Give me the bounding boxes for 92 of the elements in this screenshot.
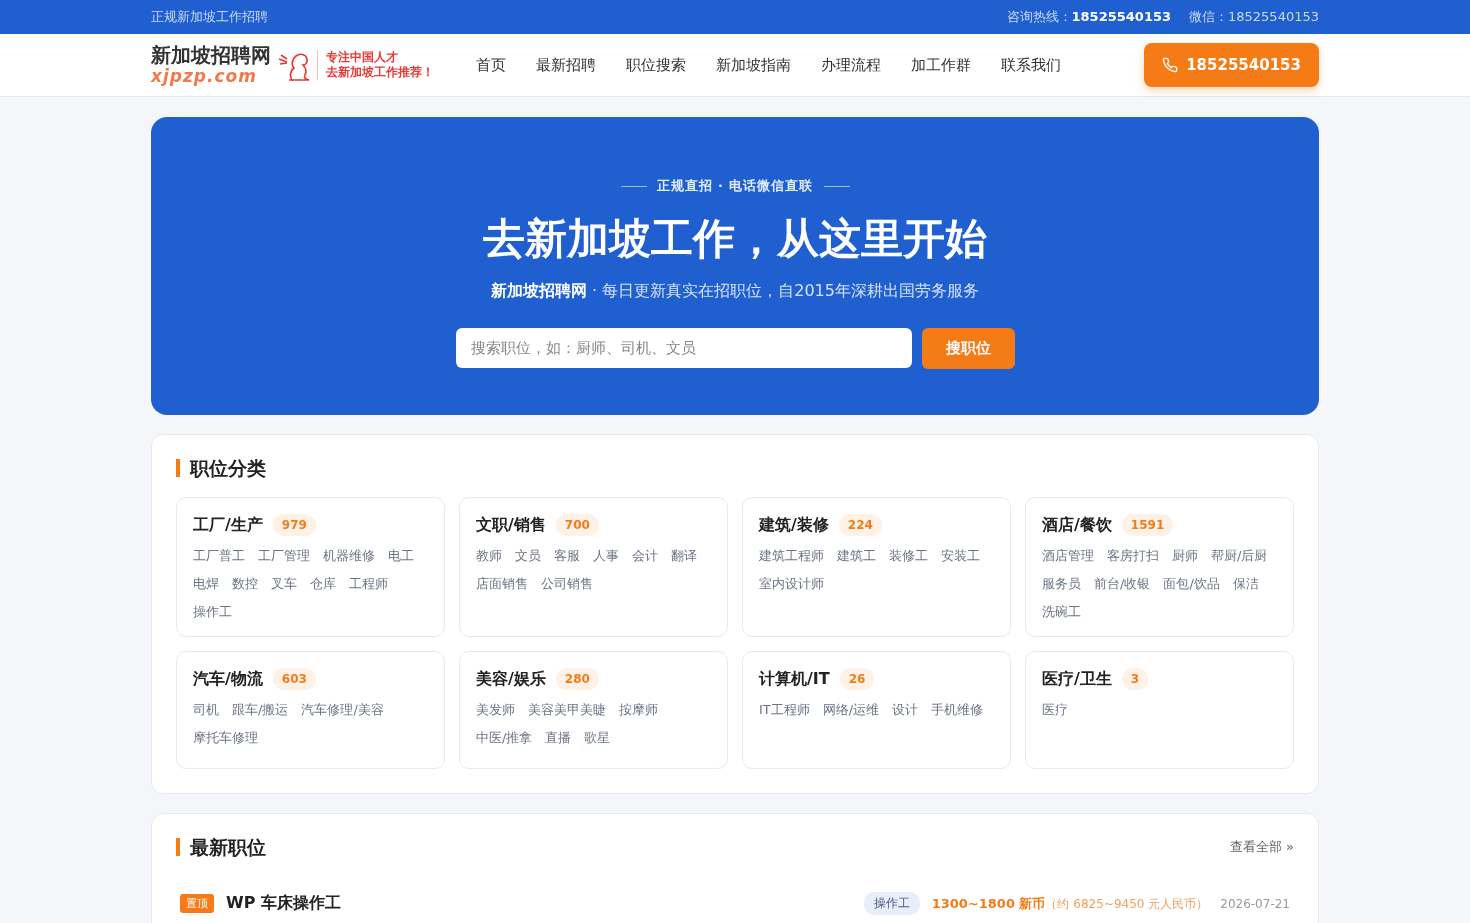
job-link[interactable]: 酒店管理 (1042, 542, 1094, 570)
job-link[interactable]: 跟车/搬运 (232, 696, 289, 724)
job-link[interactable]: IT工程师 (759, 696, 810, 724)
category-count: 3 (1121, 668, 1149, 690)
job-link[interactable]: 叉车 (271, 570, 297, 598)
wechat: 微信：18525540153 (1189, 8, 1319, 26)
job-link[interactable]: 网络/运维 (822, 696, 880, 724)
view-all-link[interactable]: 查看全部 » (1229, 838, 1294, 856)
job-salary: 1300~1800 新币（约 6825~9450 元人民币） (931, 894, 1209, 913)
category-count: 603 (272, 668, 316, 690)
job-tag: 操作工 (863, 892, 920, 915)
hero-title: 去新加坡工作，从这里开始 (483, 213, 987, 265)
search-field[interactable]: 搜索职位，如：厨师、司机、文员 (455, 328, 912, 368)
category-name: 计算机/IT (759, 668, 830, 690)
logo-title: 新加坡招聘网 (151, 45, 271, 65)
hero-eyebrow: 正规直招 · 电话微信直联 (656, 177, 814, 195)
category-name: 美容/娱乐 (476, 668, 546, 690)
job-link[interactable]: 仓库 (310, 570, 336, 598)
job-link[interactable]: 安装工 (941, 542, 980, 570)
job-link[interactable]: 服务员 (1042, 570, 1081, 598)
job-date: 2026-07-21 (1220, 896, 1290, 911)
nav-link[interactable]: 首页 (476, 55, 506, 75)
job-link[interactable]: 会计 (632, 542, 658, 570)
job-link[interactable]: 建筑工 (837, 542, 876, 570)
job-link[interactable]: 按摩师 (619, 696, 658, 724)
job-link[interactable]: 人事 (593, 542, 619, 570)
job-link[interactable]: 歌星 (584, 724, 611, 752)
job-link[interactable]: 室内设计师 (759, 570, 824, 598)
job-link[interactable]: 美发师 (476, 696, 515, 724)
nav-link[interactable]: 职位搜索 (626, 55, 686, 75)
nav-link[interactable]: 新加坡指南 (716, 55, 791, 75)
category-name: 汽车/物流 (193, 668, 263, 690)
job-link[interactable]: 操作工 (193, 598, 232, 626)
job-link[interactable]: 客房打扫 (1107, 542, 1159, 570)
category-count: 26 (839, 668, 875, 690)
job-link[interactable]: 洗碗工 (1042, 598, 1081, 626)
job-link[interactable]: 公司销售 (541, 570, 593, 598)
job-link[interactable]: 数控 (232, 570, 258, 598)
job-link[interactable]: 翻译 (671, 542, 697, 570)
job-link[interactable]: 建筑工程师 (759, 542, 824, 570)
slogan: 专注中国人才 (326, 50, 399, 65)
job-link[interactable]: 帮厨/后厨 (1211, 542, 1268, 570)
job-link[interactable]: 文员 (515, 542, 541, 570)
job-link[interactable]: 直播 (545, 724, 572, 752)
job-link[interactable]: 机器维修 (323, 542, 375, 570)
job-title[interactable]: WP 车床操作工 (226, 893, 852, 914)
job-link[interactable]: 司机 (193, 696, 219, 724)
slogan: 去新加坡工作推荐！ (326, 65, 434, 80)
job-link[interactable]: 医疗 (1042, 696, 1068, 724)
job-link[interactable]: 工厂管理 (258, 542, 310, 570)
pinned-badge: 置顶 (180, 894, 214, 913)
job-link[interactable]: 电焊 (193, 570, 219, 598)
job-link[interactable]: 手机维修 (931, 696, 984, 724)
hotline: 咨询热线：18525540153 (1006, 8, 1171, 26)
category-name: 医疗/卫生 (1042, 668, 1112, 690)
job-link[interactable]: 汽车修理/美容 (301, 696, 384, 724)
job-link[interactable]: 摩托车修理 (193, 724, 258, 752)
section-title: 最新职位 (176, 838, 266, 856)
phone-button[interactable]: 18525540153 (1144, 43, 1319, 87)
job-link[interactable]: 工程师 (349, 570, 388, 598)
job-link[interactable]: 工厂普工 (193, 542, 245, 570)
job-link[interactable]: 中医/推拿 (476, 724, 533, 752)
section-title: 职位分类 (176, 459, 266, 477)
nav-link[interactable]: 联系我们 (1001, 55, 1061, 75)
category-name: 建筑/装修 (759, 514, 829, 536)
job-link[interactable]: 设计 (892, 696, 919, 724)
nav-link[interactable]: 加工作群 (911, 55, 971, 75)
tagline: 正规新加坡工作招聘 (151, 8, 268, 26)
phone-icon (1162, 57, 1179, 73)
job-link[interactable]: 面包/饮品 (1163, 570, 1220, 598)
category-count: 224 (838, 514, 882, 536)
category-count: 979 (272, 514, 316, 536)
job-link[interactable]: 装修工 (889, 542, 928, 570)
job-link[interactable]: 厨师 (1172, 542, 1198, 570)
job-link[interactable]: 电工 (388, 542, 414, 570)
job-link[interactable]: 店面销售 (476, 570, 528, 598)
nav-link[interactable]: 办理流程 (821, 55, 881, 75)
job-link[interactable]: 保洁 (1232, 570, 1259, 598)
category-count: 280 (555, 668, 599, 690)
job-link[interactable]: 客服 (554, 542, 580, 570)
nav-link[interactable]: 最新招聘 (536, 55, 596, 75)
category-count: 1591 (1121, 514, 1174, 536)
search-button[interactable]: 搜职位 (921, 328, 1015, 369)
category-count: 700 (555, 514, 599, 536)
job-link[interactable]: 教师 (476, 542, 502, 570)
job-link[interactable]: 前台/收银 (1094, 570, 1151, 598)
category-name: 酒店/餐饮 (1042, 514, 1112, 536)
hero-subtitle: 新加坡招聘网 · 每日更新真实在招职位，自2015年深耕出国劳务服务 (491, 281, 979, 302)
category-name: 文职/销售 (476, 514, 546, 536)
logo-domain: xjpzp.com (151, 68, 258, 85)
category-name: 工厂/生产 (193, 514, 263, 536)
job-link[interactable]: 美容美甲美睫 (528, 696, 606, 724)
